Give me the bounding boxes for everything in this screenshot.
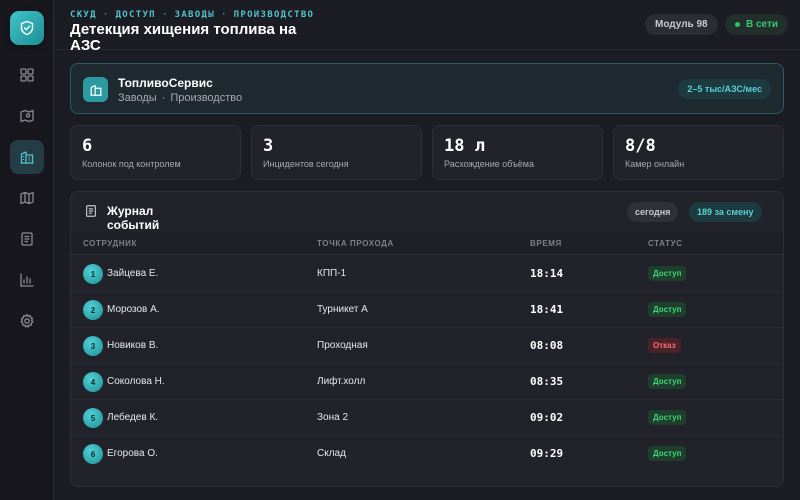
employee-name: Егорова О. [107, 448, 158, 459]
event-time: 08:35 [530, 375, 564, 388]
map-icon [20, 191, 34, 205]
stat-value: 8/8 [625, 136, 656, 156]
building-icon [20, 151, 34, 164]
breadcrumb-item[interactable]: ЗАВОДЫ [175, 10, 215, 20]
breadcrumb-separator: · [161, 10, 169, 20]
stat-label: Инцидентов сегодня [263, 159, 349, 169]
column-header-employee[interactable]: СОТРУДНИК [83, 239, 137, 248]
event-journal-panel: Журнал событий сегодня 189 за смену СОТР… [70, 191, 784, 487]
avatar: 2 [83, 300, 103, 320]
stat-label: Камер онлайн [625, 159, 685, 169]
status-badge: Доступ [648, 302, 687, 317]
column-header-point[interactable]: ТОЧКА ПРОХОДА [317, 239, 394, 248]
avatar: 3 [83, 336, 103, 356]
company-name: ТопливоСервис [118, 76, 213, 90]
table-header: СОТРУДНИК ТОЧКА ПРОХОДА ВРЕМЯ СТАТУС [71, 233, 783, 255]
online-status-label: В сети [746, 19, 779, 30]
access-point: КПП-1 [317, 268, 347, 279]
table-row[interactable]: 4 Соколова Н. Лифт.холл 08:35 Доступ [71, 364, 783, 400]
employee-name: Зайцева Е. [107, 268, 159, 279]
module-badge: Модуль 98 [645, 14, 718, 35]
stat-value: 6 [82, 136, 93, 156]
access-point: Склад [317, 448, 346, 459]
dashboard-icon [20, 68, 34, 82]
nav-reports[interactable] [10, 222, 44, 256]
map-route-icon [20, 109, 34, 123]
event-time: 09:02 [530, 411, 564, 424]
employee-name: Лебедев К. [107, 412, 159, 423]
status-badge: Доступ [648, 374, 687, 389]
stat-card-pumps: 6 Колонок под контролем [70, 125, 241, 180]
date-filter-chip[interactable]: сегодня [627, 202, 679, 222]
stat-value: 18 л [444, 136, 485, 156]
journal-title: Журнал событий [107, 204, 160, 232]
stat-card-cameras: 8/8 Камер онлайн [613, 125, 784, 180]
table-row[interactable]: 2 Морозов А. Турникет А 18:41 Доступ [71, 292, 783, 328]
breadcrumb-item[interactable]: ДОСТУП [116, 10, 156, 20]
nav-routes[interactable] [10, 99, 44, 133]
chart-icon [20, 273, 34, 287]
avatar: 1 [83, 264, 103, 284]
nav-dashboard[interactable] [10, 58, 44, 92]
event-time: 18:14 [530, 267, 564, 280]
nav-facilities[interactable] [10, 140, 44, 174]
status-badge: Доступ [648, 410, 687, 425]
event-time: 09:29 [530, 447, 564, 460]
gear-icon [20, 313, 34, 328]
stat-card-incidents: 3 Инцидентов сегодня [251, 125, 422, 180]
online-status-badge: В сети [725, 14, 789, 35]
breadcrumb-separator: · [102, 10, 110, 20]
header: СКУД · ДОСТУП · ЗАВОДЫ · ПРОИЗВОДСТВО Детекция… [54, 0, 800, 54]
journal-document-icon [86, 205, 96, 217]
access-point: Турникет А [317, 304, 368, 315]
employee-name: Соколова Н. [107, 376, 165, 387]
status-badge: Отказ [648, 338, 681, 353]
price-badge: 2–5 тыс/АЗС/мес [678, 79, 771, 99]
employee-name: Морозов А. [107, 304, 160, 315]
status-badge: Доступ [648, 266, 687, 281]
avatar: 5 [83, 408, 103, 428]
document-icon [21, 232, 33, 246]
access-point: Проходная [317, 340, 368, 351]
avatar: 4 [83, 372, 103, 392]
access-point: Зона 2 [317, 412, 349, 423]
company-subtitle: Заводы · Производство [118, 92, 242, 104]
company-subcategory: Производство [170, 92, 243, 104]
module-label: Модуль 98 [655, 19, 708, 30]
subtitle-separator: · [161, 92, 166, 104]
avatar: 6 [83, 444, 103, 464]
access-point: Лифт.холл [317, 376, 366, 387]
nav-analytics[interactable] [10, 263, 44, 297]
column-header-time[interactable]: ВРЕМЯ [530, 239, 562, 248]
breadcrumb: СКУД · ДОСТУП · ЗАВОДЫ · ПРОИЗВОДСТВО [70, 10, 314, 20]
event-time: 18:41 [530, 303, 564, 316]
table-row[interactable]: 5 Лебедев К. Зона 2 09:02 Доступ [71, 400, 783, 436]
column-header-status[interactable]: СТАТУС [648, 239, 683, 248]
stat-label: Колонок под контролем [82, 159, 181, 169]
nav-map[interactable] [10, 181, 44, 215]
stat-card-discrepancy: 18 л Расхождение объёма [432, 125, 603, 180]
table-row[interactable]: 6 Егорова О. Склад 09:29 Доступ [71, 436, 783, 472]
shift-count-chip: 189 за смену [689, 202, 762, 222]
employee-name: Новиков В. [107, 340, 159, 351]
company-category: Заводы [118, 92, 157, 104]
stat-label: Расхождение объёма [444, 159, 534, 169]
status-badge: Доступ [648, 446, 687, 461]
breadcrumb-item[interactable]: СКУД [70, 10, 97, 20]
shield-icon [20, 20, 34, 36]
stat-value: 3 [263, 136, 274, 156]
table-row[interactable]: 1 Зайцева Е. КПП-1 18:14 Доступ [71, 256, 783, 292]
table-row[interactable]: 3 Новиков В. Проходная 08:08 Отказ [71, 328, 783, 364]
breadcrumb-separator: · [220, 10, 228, 20]
page-title: Детекция хищения топлива на АЗС [70, 21, 297, 54]
app-logo[interactable] [10, 11, 44, 45]
nav-settings[interactable] [10, 304, 44, 338]
status-dot-icon [735, 22, 740, 27]
company-card: ТопливоСервис Заводы · Производство 2–5 ты… [70, 63, 784, 114]
event-time: 08:08 [530, 339, 564, 352]
breadcrumb-item[interactable]: ПРОИЗВОДСТВО [234, 10, 315, 20]
sidebar [0, 0, 54, 500]
company-building-icon [83, 77, 108, 102]
